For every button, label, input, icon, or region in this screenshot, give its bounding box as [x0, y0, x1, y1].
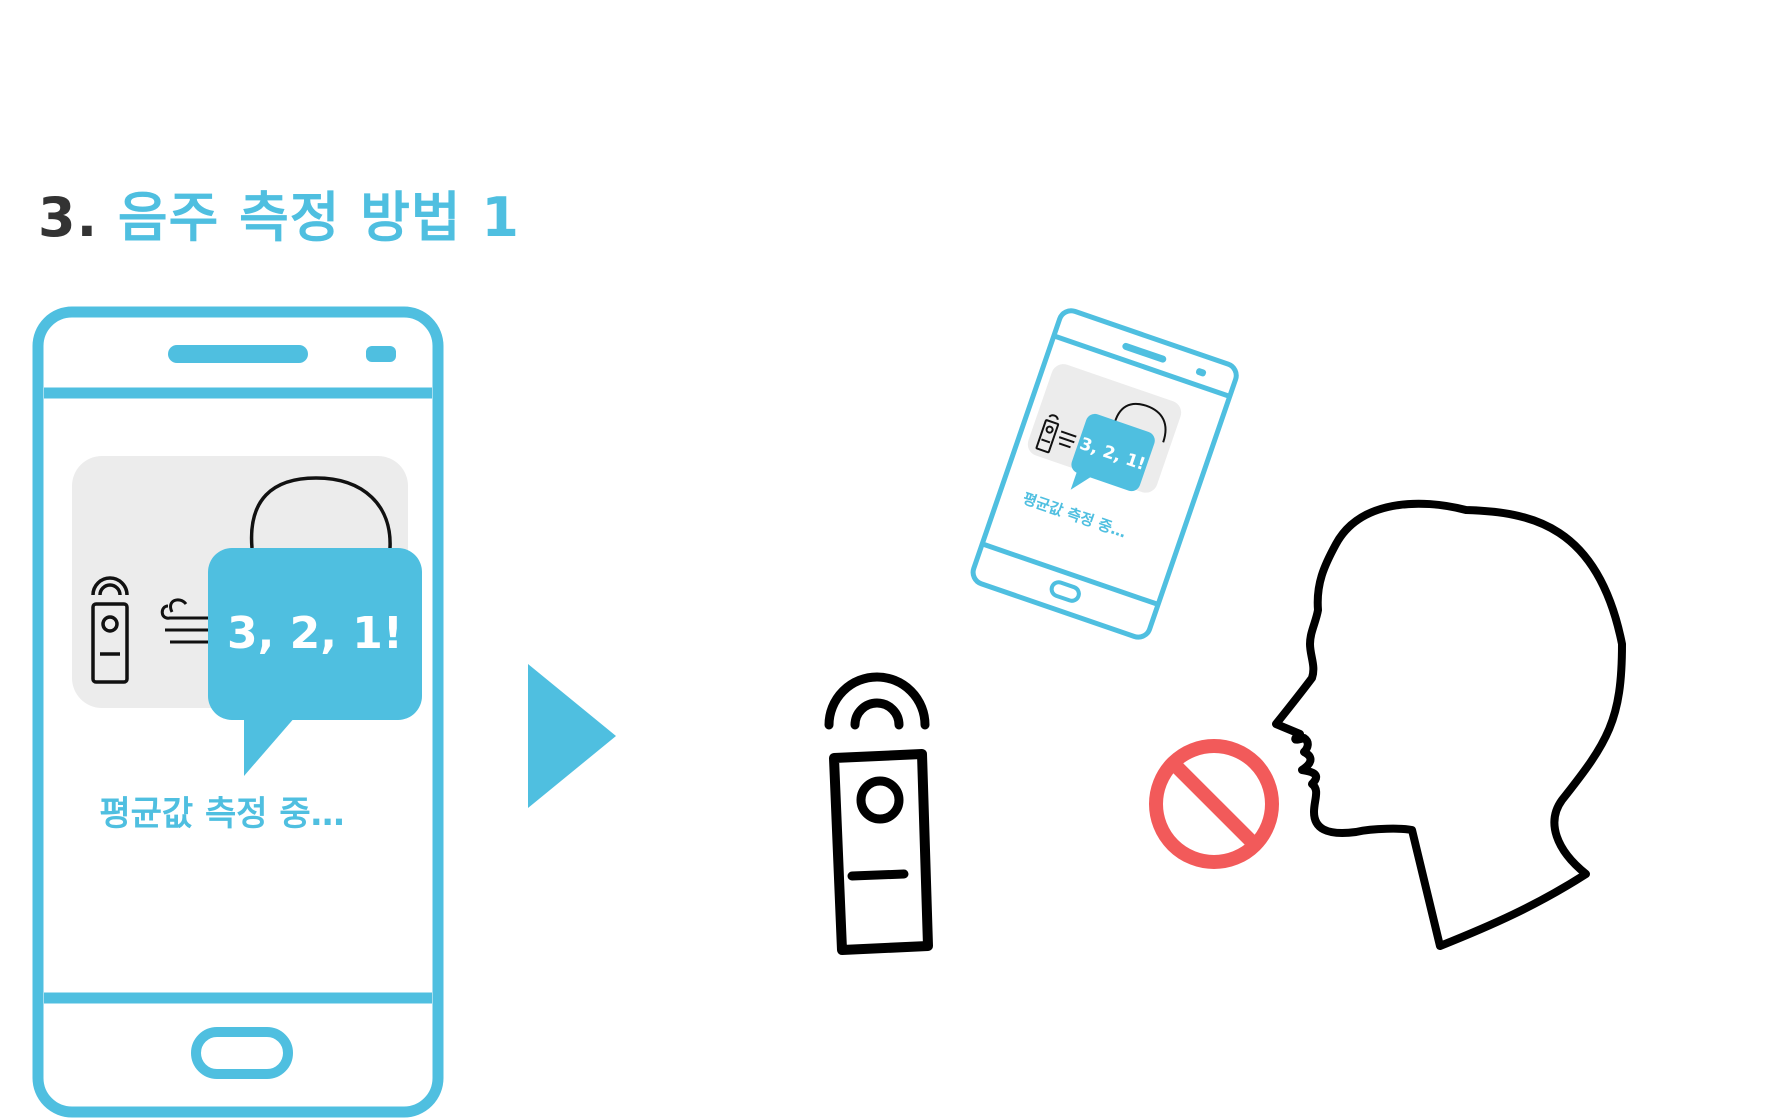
head-profile-icon	[1272, 499, 1626, 950]
diagram-canvas: 3. 음주 측정 방법 1 3, 2, 1! 평균값 측정 중… 3, 2, 1…	[0, 0, 1788, 1118]
illustration: 3, 2, 1! 평균값 측정 중… 3, 2, 1! 평균값 측정 중…	[32, 306, 1626, 1118]
breathalyzer-large-icon	[824, 672, 933, 955]
tilted-smartphone-icon: 3, 2, 1! 평균값 측정 중…	[970, 308, 1239, 640]
countdown-text: 3, 2, 1!	[227, 608, 403, 659]
prohibit-icon	[1149, 739, 1279, 869]
phone-camera-icon	[366, 346, 396, 362]
play-arrow-icon	[528, 664, 616, 808]
phone-speaker-icon	[168, 345, 308, 363]
status-text: 평균값 측정 중…	[99, 794, 344, 834]
